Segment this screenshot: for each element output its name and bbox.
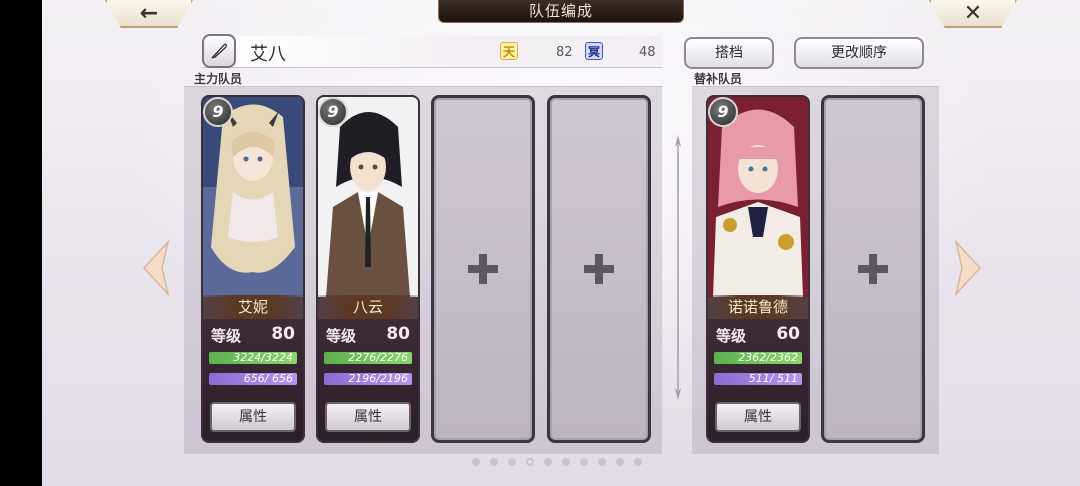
dark-value: 48 (639, 45, 656, 60)
level-label: 等级 (326, 327, 357, 345)
empty-slot[interactable] (431, 95, 535, 443)
mp-bar: 656/ 656 (209, 373, 297, 385)
page-title: 队伍编成 (438, 0, 684, 23)
level-label: 等级 (211, 327, 242, 345)
page-dot[interactable] (508, 458, 516, 466)
member-card-nonorude[interactable]: 9 诺诺鲁德 等级 60 2362/2362 511/ 511 属性 (706, 95, 810, 443)
page-dot[interactable] (544, 458, 552, 466)
member-name: 诺诺鲁德 (708, 295, 808, 319)
character-portrait (318, 97, 418, 297)
quill-icon (211, 43, 227, 59)
character-portrait (708, 97, 808, 297)
heaven-icon: 天 (500, 42, 518, 60)
member-card-anni[interactable]: 9 艾妮 等级 80 3224/3224 656/ 656 属性 (201, 95, 305, 443)
edit-name-button[interactable] (202, 34, 236, 68)
team-name: 艾八 (250, 44, 286, 65)
hp-bar: 2362/2362 (714, 352, 802, 364)
sub-team-label: 替补队员 (694, 72, 743, 86)
level-value: 80 (386, 324, 410, 344)
mp-bar: 2196/2196 (324, 373, 412, 385)
level-label: 等级 (716, 327, 747, 345)
rank-badge: 9 (708, 97, 738, 127)
close-icon: ✕ (963, 0, 983, 26)
character-portrait (203, 97, 303, 297)
page-dot-active[interactable] (526, 458, 534, 466)
page-dot[interactable] (472, 458, 480, 466)
heaven-value: 82 (556, 45, 573, 60)
main-team-label: 主力队员 (194, 72, 243, 86)
screen: ← 队伍编成 ✕ 艾八 天 82 冥 48 搭档 更改顺序 主力队员 替补队员 (42, 0, 1080, 486)
page-dot[interactable] (490, 458, 498, 466)
page-dot[interactable] (562, 458, 570, 466)
page-indicator (472, 458, 642, 466)
plus-icon (858, 254, 888, 284)
plus-icon (468, 254, 498, 284)
member-card-yakumo[interactable]: 9 八云 等级 80 2276/2276 2196/2196 属性 (316, 95, 420, 443)
dark-icon: 冥 (585, 42, 603, 60)
close-button[interactable]: ✕ (929, 0, 1017, 28)
team-divider (675, 135, 681, 400)
attribute-button[interactable]: 属性 (210, 402, 296, 432)
mp-bar: 511/ 511 (714, 373, 802, 385)
plus-icon (584, 254, 614, 284)
back-arrow-icon: ← (139, 0, 159, 26)
level-value: 60 (776, 324, 800, 344)
next-page-arrow-icon[interactable] (954, 240, 984, 296)
page-dot[interactable] (634, 458, 642, 466)
partner-button[interactable]: 搭档 (684, 37, 774, 69)
attribute-button[interactable]: 属性 (325, 402, 411, 432)
rank-badge: 9 (203, 97, 233, 127)
empty-slot[interactable] (547, 95, 651, 443)
member-name: 八云 (318, 295, 418, 319)
member-name: 艾妮 (203, 295, 303, 319)
hp-bar: 2276/2276 (324, 352, 412, 364)
prev-page-arrow-icon[interactable] (140, 240, 170, 296)
change-order-button[interactable]: 更改顺序 (794, 37, 924, 69)
back-button[interactable]: ← (105, 0, 193, 28)
page-dot[interactable] (616, 458, 624, 466)
page-dot[interactable] (598, 458, 606, 466)
hp-bar: 3224/3224 (209, 352, 297, 364)
empty-slot[interactable] (821, 95, 925, 443)
level-value: 80 (271, 324, 295, 344)
rank-badge: 9 (318, 97, 348, 127)
page-dot[interactable] (580, 458, 588, 466)
attribute-button[interactable]: 属性 (715, 402, 801, 432)
